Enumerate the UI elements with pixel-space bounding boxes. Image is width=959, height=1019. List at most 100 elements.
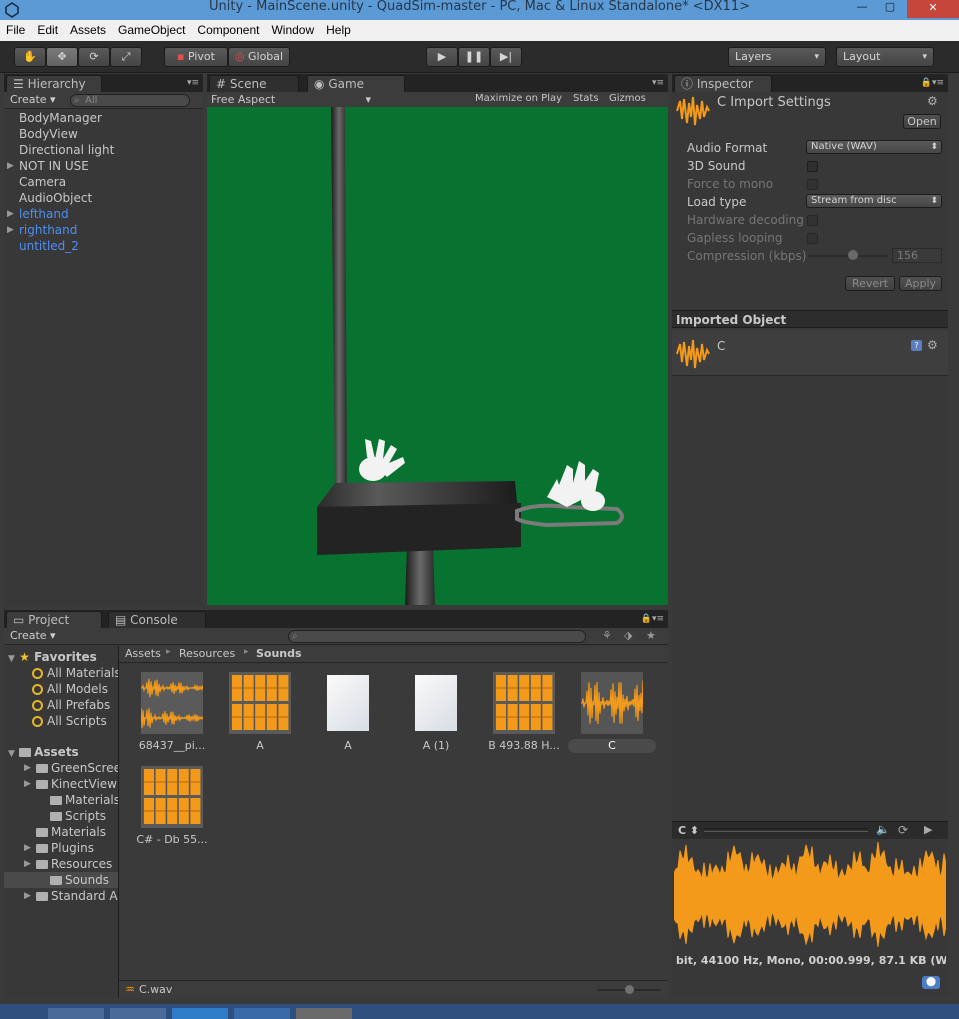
gear-icon[interactable]: ⚙ — [927, 94, 938, 108]
gizmos-dropdown[interactable]: Gizmos — [609, 93, 646, 104]
breadcrumb-sounds[interactable]: Sounds — [256, 647, 302, 660]
force-mono-checkbox[interactable] — [807, 179, 818, 190]
expand-arrow-icon[interactable]: ▼ — [8, 749, 15, 759]
tree-favorite-item[interactable]: All Materials — [32, 665, 118, 681]
tree-favorite-item[interactable]: All Prefabs — [32, 697, 110, 713]
compression-value-field[interactable]: 156 — [892, 248, 942, 263]
preview-play-icon[interactable]: ▶ — [924, 823, 932, 836]
hierarchy-item[interactable]: untitled_2 — [19, 238, 79, 254]
expand-arrow-icon[interactable]: ▶ — [24, 888, 31, 904]
gapless-looping-checkbox[interactable] — [807, 233, 818, 244]
maximize-button[interactable]: ▢ — [877, 0, 903, 18]
asset-item[interactable]: A (1) — [392, 672, 480, 756]
hand-tool-button[interactable]: ✋ — [14, 47, 46, 67]
layers-dropdown[interactable]: Layers — [728, 47, 826, 67]
sound-3d-checkbox[interactable] — [807, 161, 818, 172]
project-search-input[interactable]: ⌕ — [288, 630, 586, 643]
menu-assets[interactable]: Assets — [64, 20, 112, 41]
tree-folder[interactable]: ▶ KinectView — [24, 776, 117, 792]
expand-arrow-icon[interactable]: ▶ — [24, 760, 31, 776]
pivot-toggle[interactable]: ▪ Pivot — [164, 47, 228, 67]
breadcrumb-assets[interactable]: Assets — [125, 647, 161, 660]
tree-folder[interactable]: Sounds — [50, 872, 109, 888]
tab-console[interactable]: ▤ Console — [108, 611, 206, 628]
minimize-button[interactable]: — — [849, 0, 875, 18]
load-type-select[interactable]: Stream from disc — [806, 194, 942, 208]
asset-item[interactable]: C# - Db 55... — [128, 766, 216, 850]
tab-game[interactable]: ◉ Game — [307, 75, 405, 92]
menu-window[interactable]: Window — [265, 20, 320, 41]
taskbar-app-3[interactable] — [172, 1008, 228, 1019]
tree-favorites[interactable]: ▼ ★ Favorites — [8, 649, 97, 665]
expand-arrow-icon[interactable]: ▶ — [7, 206, 14, 222]
tab-inspector[interactable]: ⓘ Inspector — [674, 75, 772, 92]
hierarchy-search-input[interactable]: ⌕ All — [70, 94, 190, 107]
filter-type-icon[interactable]: ⚘ — [602, 629, 612, 642]
pause-button[interactable]: ❚❚ — [458, 47, 490, 67]
taskbar-app-unity[interactable] — [296, 1008, 352, 1019]
help-icon[interactable]: ? — [911, 340, 922, 351]
panel-menu-icon[interactable]: ▾≡ — [187, 78, 199, 88]
expand-arrow-icon[interactable]: ▶ — [24, 856, 31, 872]
menu-edit[interactable]: Edit — [31, 20, 64, 41]
taskbar-app-1[interactable] — [48, 1008, 104, 1019]
open-button[interactable]: Open — [903, 114, 941, 129]
aspect-dropdown[interactable]: Free Aspect ▾ — [211, 93, 371, 106]
taskbar-app-4[interactable] — [234, 1008, 290, 1019]
asset-item[interactable]: C — [568, 672, 656, 756]
hierarchy-item[interactable]: AudioObject — [19, 190, 92, 206]
asset-item[interactable]: 68437__pi... — [128, 672, 216, 756]
revert-button[interactable]: Revert — [845, 276, 895, 291]
menu-gameobject[interactable]: GameObject — [112, 20, 191, 41]
tree-folder[interactable]: Materials — [36, 824, 106, 840]
hierarchy-item[interactable]: Directional light — [19, 142, 114, 158]
asset-item[interactable]: A — [216, 672, 304, 756]
tree-folder[interactable]: Materials — [50, 792, 118, 808]
layout-dropdown[interactable]: Layout — [836, 47, 934, 67]
expand-arrow-icon[interactable]: ▶ — [7, 222, 14, 238]
hierarchy-item[interactable]: BodyManager — [19, 110, 102, 126]
expand-arrow-icon[interactable]: ▶ — [24, 776, 31, 792]
lock-icon[interactable]: 🔒▾≡ — [921, 78, 944, 88]
project-lock-icon[interactable]: 🔒▾≡ — [641, 614, 664, 624]
maximize-on-play-toggle[interactable]: Maximize on Play — [475, 93, 562, 104]
hierarchy-create-button[interactable]: Create ▾ — [10, 93, 56, 106]
speaker-icon[interactable]: 🔈 — [876, 823, 890, 836]
project-create-button[interactable]: Create ▾ — [10, 629, 56, 642]
taskbar-app-2[interactable] — [110, 1008, 166, 1019]
compression-slider-thumb[interactable] — [848, 250, 858, 260]
global-toggle[interactable]: ◎ Global — [228, 47, 290, 67]
filter-label-icon[interactable]: ⬗ — [624, 629, 632, 642]
tab-hierarchy[interactable]: ☰ Hierarchy — [6, 75, 102, 92]
audio-format-select[interactable]: Native (WAV) — [806, 140, 942, 154]
expand-arrow-icon[interactable]: ▶ — [7, 158, 14, 174]
tab-project[interactable]: ▭ Project — [6, 611, 102, 628]
tree-favorite-item[interactable]: All Scripts — [32, 713, 107, 729]
tab-scene[interactable]: # Scene — [209, 75, 299, 92]
hardware-decoding-checkbox[interactable] — [807, 215, 818, 226]
asset-label-icon[interactable]: ⬤ — [922, 976, 940, 989]
close-button[interactable]: ✕ — [907, 0, 959, 18]
hierarchy-item[interactable]: righthand — [19, 222, 77, 238]
favorite-star-icon[interactable]: ★ — [646, 629, 656, 642]
preview-splitter[interactable] — [704, 828, 868, 832]
play-button[interactable]: ▶ — [426, 47, 458, 67]
hierarchy-item[interactable]: lefthand — [19, 206, 69, 222]
tree-folder[interactable]: ▶ GreenScree — [24, 760, 118, 776]
menu-help[interactable]: Help — [320, 20, 357, 41]
asset-item[interactable]: A — [304, 672, 392, 756]
rotate-tool-button[interactable]: ⟳ — [78, 47, 110, 67]
hierarchy-item[interactable]: NOT IN USE — [19, 158, 89, 174]
imported-gear-icon[interactable]: ⚙ — [927, 338, 938, 352]
scale-tool-button[interactable]: ⤢ — [110, 47, 142, 67]
menu-file[interactable]: File — [0, 20, 31, 41]
menu-component[interactable]: Component — [191, 20, 265, 41]
game-panel-menu-icon[interactable]: ▾≡ — [652, 78, 664, 88]
apply-button[interactable]: Apply — [899, 276, 942, 291]
step-button[interactable]: ▶| — [490, 47, 522, 67]
thumb-size-thumb[interactable] — [625, 985, 634, 994]
tree-folder[interactable]: ▶ Standard As — [24, 888, 118, 904]
stats-toggle[interactable]: Stats — [573, 93, 599, 104]
asset-item[interactable]: B 493.88 H... — [480, 672, 568, 756]
tree-assets[interactable]: ▼ Assets — [8, 744, 79, 760]
